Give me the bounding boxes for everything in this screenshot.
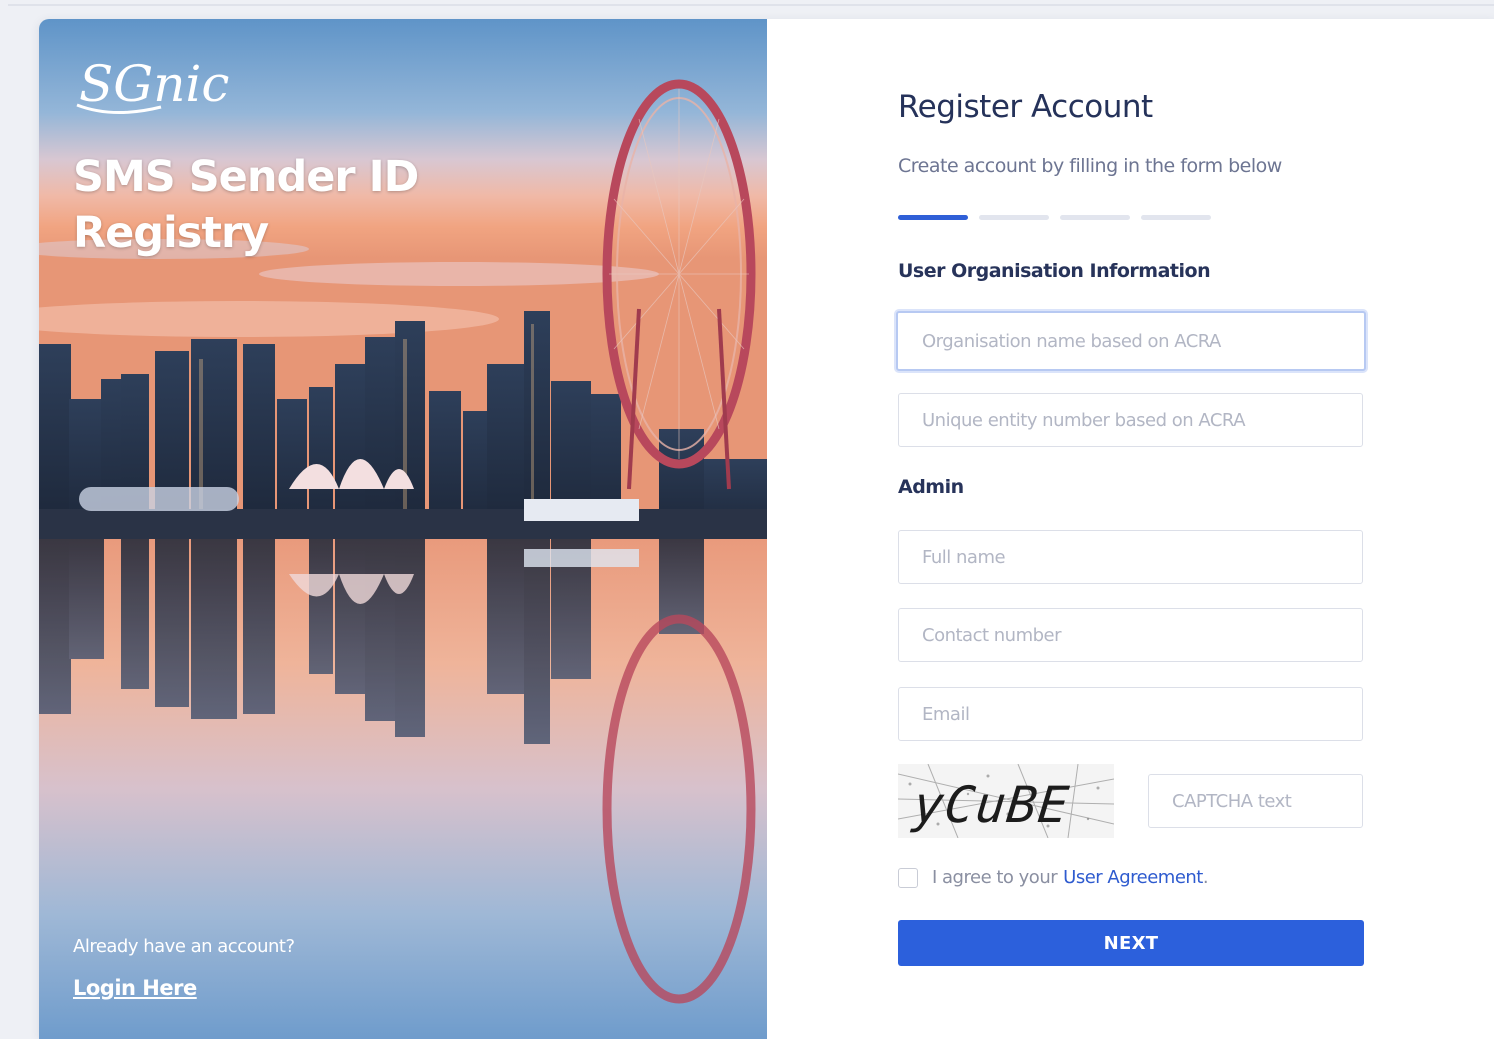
sgnic-logo: SGnic [73, 49, 253, 123]
uen-input[interactable] [898, 393, 1363, 447]
agreement-text: I agree to your [932, 867, 1058, 888]
window-top-border [8, 4, 1494, 6]
admin-section-label: Admin [898, 476, 964, 498]
captcha-input[interactable] [1148, 774, 1363, 828]
logo-text: SGnic [79, 55, 229, 113]
hero-title-line-2: Registry [73, 208, 269, 258]
hero-title: SMS Sender ID Registry [73, 149, 493, 261]
login-prompt: Already have an account? [73, 936, 295, 957]
full-name-input[interactable] [898, 530, 1363, 584]
org-section-label: User Organisation Information [898, 260, 1211, 282]
step-indicator-3 [1060, 215, 1130, 220]
agreement-suffix: . [1202, 867, 1209, 888]
step-indicator-2 [979, 215, 1049, 220]
email-input[interactable] [898, 687, 1363, 741]
form-title: Register Account [898, 89, 1153, 125]
step-indicator-1 [898, 215, 968, 220]
contact-number-input[interactable] [898, 608, 1363, 662]
step-indicator-4 [1141, 215, 1211, 220]
form-subtitle: Create account by filling in the form be… [898, 155, 1282, 177]
hero-panel: SGnic SMS Sender ID Registry Already hav… [39, 19, 767, 1039]
captcha-image: yCuBE [897, 763, 1115, 842]
register-card: SGnic SMS Sender ID Registry Already hav… [39, 19, 1494, 1039]
agreement-checkbox[interactable] [898, 867, 918, 888]
next-button[interactable]: NEXT [898, 920, 1364, 966]
hero-title-line-1: SMS Sender ID [73, 152, 419, 202]
register-form: Register Account Create account by filli… [896, 19, 1458, 1039]
user-agreement-link[interactable]: User Agreement [1063, 867, 1203, 888]
organisation-name-input[interactable] [896, 311, 1366, 371]
captcha-text: yCuBE [910, 775, 1073, 834]
login-link[interactable]: Login Here [73, 976, 197, 1000]
agreement-row: I agree to your User Agreement . [898, 867, 1209, 888]
